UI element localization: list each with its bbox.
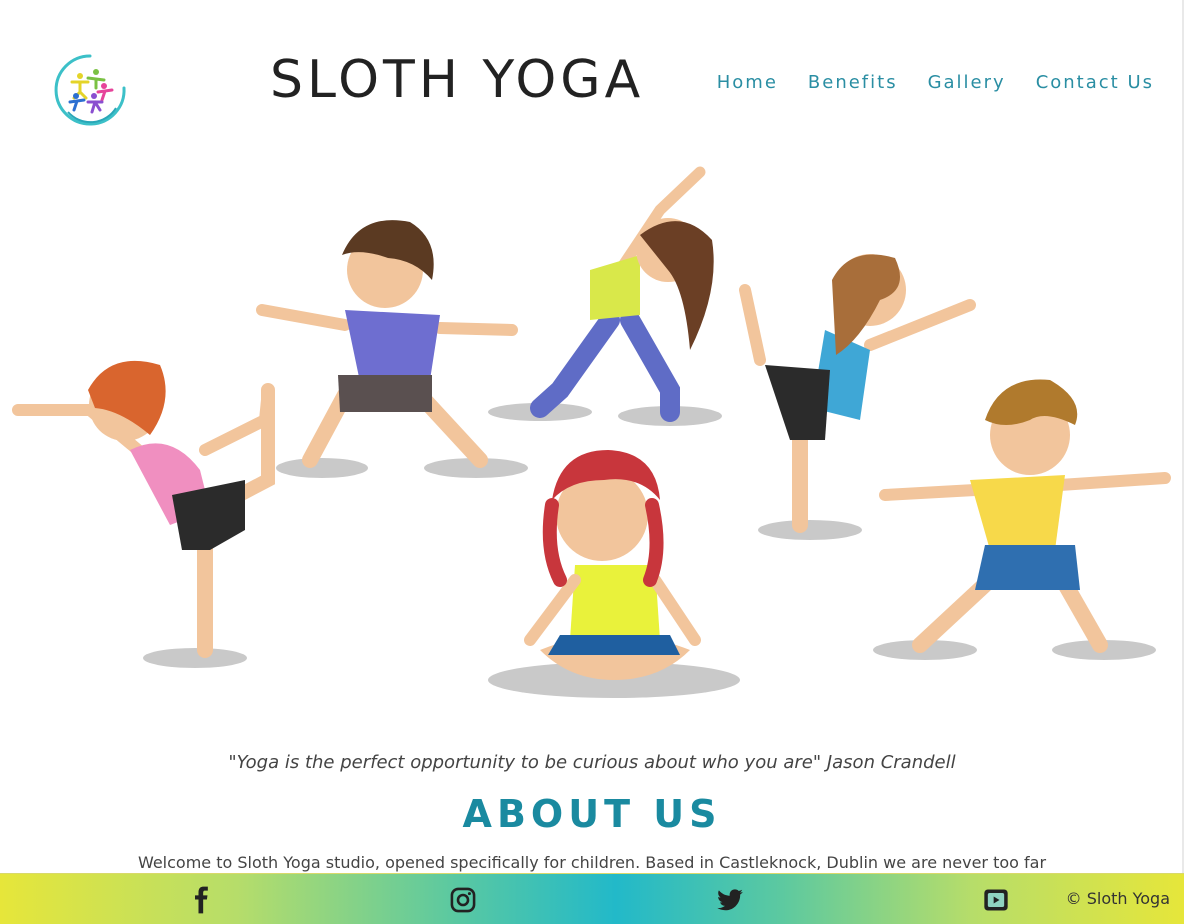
child-dancer-left: [12, 360, 275, 658]
quote-text: "Yoga is the perfect opportunity to be c…: [228, 752, 956, 773]
twitter-link[interactable]: [716, 886, 744, 914]
instagram-link[interactable]: [449, 886, 477, 914]
footer: © Sloth Yoga: [0, 873, 1184, 924]
kids-yoga-illustration: [12, 166, 1171, 698]
copyright-text: © Sloth Yoga: [1065, 889, 1170, 908]
nav-home[interactable]: Home: [717, 72, 778, 93]
facebook-link[interactable]: [188, 886, 216, 914]
nav-contact-us[interactable]: Contact Us: [1036, 72, 1154, 93]
site-title: SLOTH YOGA: [270, 50, 645, 110]
page: SLOTH YOGA Home Benefits Gallery Contact…: [0, 0, 1184, 924]
child-triangle-girl-yellow: [530, 166, 714, 422]
child-warrior-boy-yellow: [879, 379, 1171, 653]
about-text: Welcome to Sloth Yoga studio, opened spe…: [137, 853, 1047, 872]
logo-icon: [54, 54, 126, 126]
twitter-icon: [717, 889, 743, 911]
child-warrior-boy-blue: [256, 220, 518, 468]
logo[interactable]: [52, 52, 128, 128]
hero-image: [0, 150, 1184, 710]
child-dancer-right-blue: [739, 254, 976, 533]
main-nav: Home Benefits Gallery Contact Us: [717, 72, 1154, 93]
instagram-icon: [450, 887, 476, 913]
facebook-icon: [195, 886, 208, 914]
nav-benefits[interactable]: Benefits: [808, 72, 898, 93]
nav-gallery[interactable]: Gallery: [928, 72, 1006, 93]
about-heading: ABOUT US: [462, 792, 722, 836]
child-lotus-girl: [524, 450, 701, 680]
youtube-icon: [984, 889, 1008, 911]
youtube-link[interactable]: [982, 886, 1010, 914]
